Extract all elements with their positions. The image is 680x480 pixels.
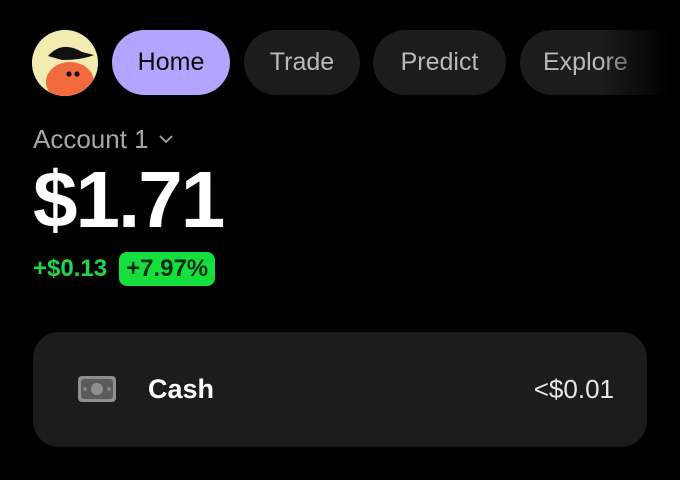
cash-value: <$0.01: [533, 374, 614, 404]
cash-icon: [78, 376, 116, 402]
tab-home-label: Home: [137, 48, 205, 76]
account-balance: $1.71: [33, 155, 225, 244]
cash-label: Cash: [148, 374, 215, 404]
tab-explore-label: Explore: [543, 48, 628, 76]
tab-predict-label: Predict: [400, 48, 479, 76]
change-percent-badge: +7.97%: [119, 252, 216, 286]
cash-holding-card[interactable]: Cash <$0.01: [33, 332, 647, 447]
account-name: Account 1: [33, 124, 149, 154]
wallet-home-screen: Home Trade Predict Explore Account 1 $1.…: [0, 0, 680, 480]
chevron-down-icon: [159, 135, 173, 143]
tab-trade[interactable]: Trade: [244, 30, 360, 95]
tab-explore[interactable]: Explore: [520, 30, 680, 95]
balance-change: +$0.13 +7.97%: [33, 252, 216, 286]
tab-home[interactable]: Home: [112, 30, 230, 95]
tab-predict[interactable]: Predict: [373, 30, 506, 95]
hat-mascot-avatar-icon: [32, 30, 98, 96]
avatar[interactable]: [32, 30, 98, 96]
account-selector[interactable]: Account 1: [33, 124, 173, 155]
change-amount: +$0.13: [33, 255, 108, 282]
tab-trade-label: Trade: [269, 48, 335, 76]
